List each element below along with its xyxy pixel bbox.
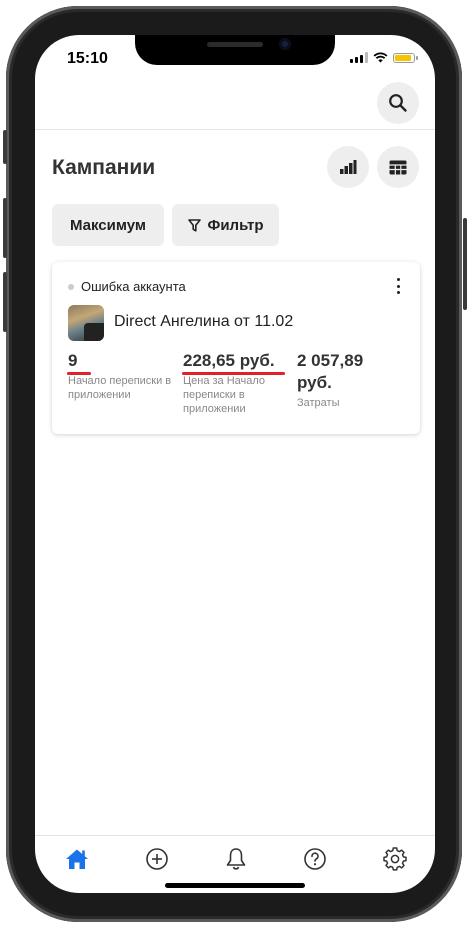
tab-help[interactable]: [302, 846, 328, 872]
search-icon: [389, 94, 407, 112]
home-icon: [66, 849, 88, 869]
more-options-button[interactable]: [392, 278, 404, 294]
bar-chart-icon: [340, 160, 357, 174]
metric-label: Начало переписки в приложении: [68, 375, 172, 401]
header-divider: [35, 129, 435, 130]
filter-label: Фильтр: [207, 216, 264, 234]
home-indicator: [165, 883, 305, 888]
wifi-icon: [373, 52, 388, 63]
mute-switch: [3, 130, 7, 164]
metric-label: Цена за Начало переписки в приложении: [183, 375, 266, 415]
metric-value: 9: [68, 351, 78, 370]
statistics-button[interactable]: [327, 146, 369, 188]
metric-cost-per-conversation: 228,65 руб. Цена за Начало переписки в п…: [183, 350, 291, 416]
metric-conversations: 9 Начало переписки в приложении: [68, 350, 178, 402]
gear-icon: [383, 847, 407, 871]
battery-icon: [393, 52, 418, 63]
campaign-card[interactable]: Ошибка аккаунта Direct Ангелина от 11.02…: [52, 262, 420, 434]
status-icons: [350, 52, 418, 63]
front-camera: [279, 38, 291, 50]
metric-spend: 2 057,89 руб. Затраты: [297, 350, 402, 410]
signal-icon: [350, 52, 368, 63]
volume-up-button: [3, 198, 7, 258]
tab-settings[interactable]: [382, 846, 408, 872]
bell-icon: [226, 848, 246, 870]
sort-button[interactable]: Максимум: [52, 204, 164, 246]
funnel-icon: [187, 218, 201, 232]
metric-label: Затраты: [297, 397, 340, 409]
volume-down-button: [3, 272, 7, 332]
metric-value: 228,65 руб.: [183, 351, 275, 370]
campaign-thumbnail: [68, 305, 104, 341]
table-icon: [389, 160, 407, 174]
power-button: [463, 218, 467, 310]
app-screen: 15:10 Кампании Максимум Фильтр Ошибка ак…: [35, 35, 435, 893]
add-circle-icon: [146, 848, 168, 870]
notch: [135, 35, 335, 65]
status-dot: [68, 284, 74, 290]
campaign-name: Direct Ангелина от 11.02: [114, 313, 294, 330]
table-view-button[interactable]: [377, 146, 419, 188]
tab-notifications[interactable]: [223, 846, 249, 872]
filter-button[interactable]: Фильтр: [172, 204, 279, 246]
sort-label: Максимум: [69, 216, 147, 234]
campaign-status: Ошибка аккаунта: [81, 279, 186, 294]
page-title: Кампании: [52, 156, 156, 179]
speaker: [207, 42, 263, 47]
status-time: 15:10: [67, 50, 108, 67]
metric-value: 2 057,89 руб.: [297, 351, 364, 392]
help-icon: [304, 848, 326, 870]
metric-underline: [67, 372, 91, 375]
metric-underline: [182, 372, 285, 375]
search-button[interactable]: [377, 82, 419, 124]
tab-create[interactable]: [144, 846, 170, 872]
tab-home[interactable]: [64, 846, 90, 872]
